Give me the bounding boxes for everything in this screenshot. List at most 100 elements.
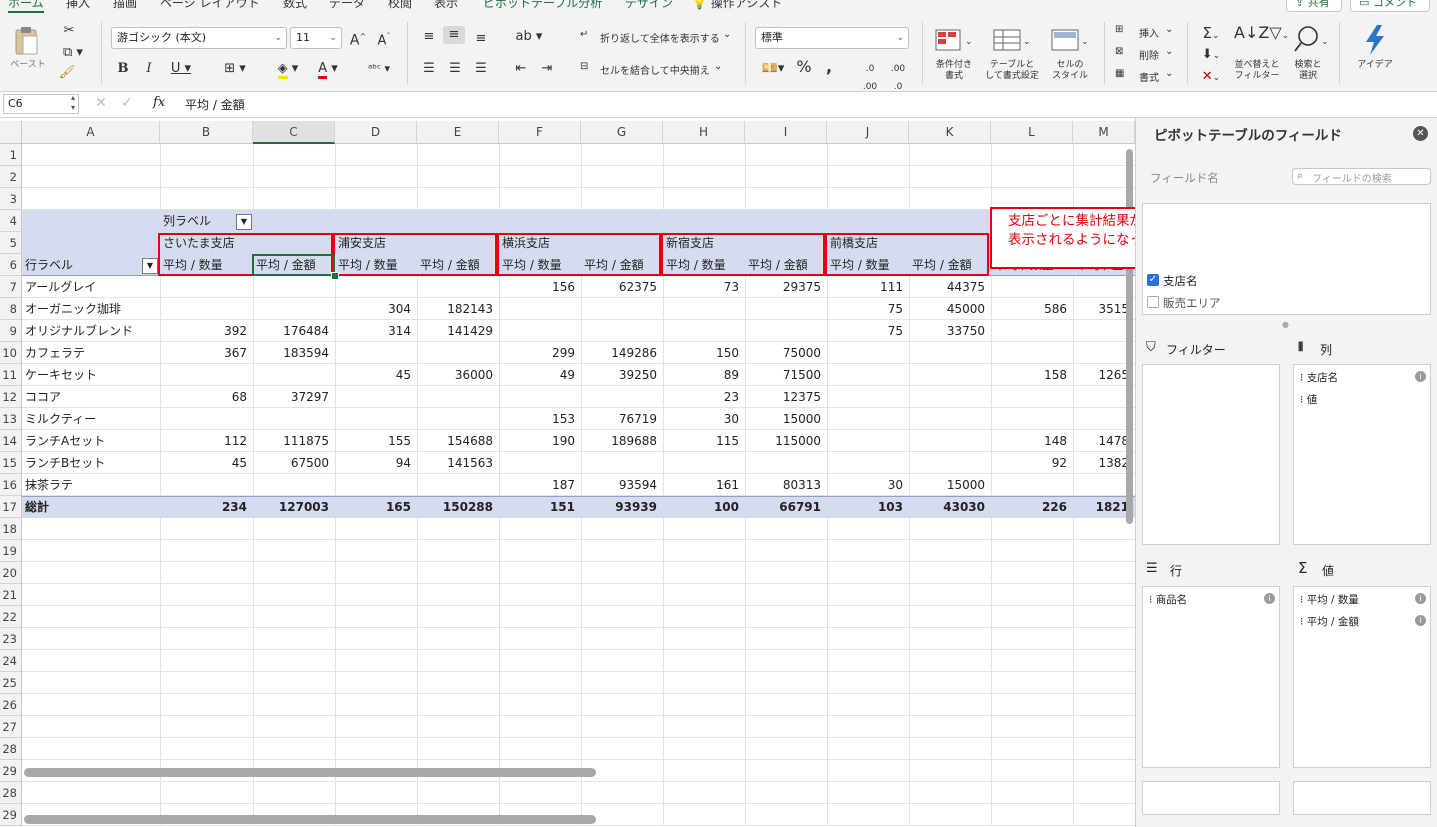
value-cell[interactable]: 189688 bbox=[581, 430, 663, 452]
value-cell[interactable] bbox=[909, 430, 991, 452]
horizontal-scrollbar-2[interactable] bbox=[24, 815, 596, 824]
value-cell[interactable]: 45000 bbox=[909, 298, 991, 320]
grand-total-cell[interactable]: 43030 bbox=[909, 496, 991, 518]
value-cell[interactable]: 367 bbox=[160, 342, 253, 364]
value-cell[interactable]: 176484 bbox=[253, 320, 335, 342]
value-cell[interactable]: 75 bbox=[827, 298, 909, 320]
column-header-E[interactable]: E bbox=[417, 121, 499, 144]
value-cell[interactable] bbox=[160, 408, 253, 430]
grand-total-cell[interactable]: 226 bbox=[991, 496, 1073, 518]
decrease-indent-icon[interactable]: ⇤ bbox=[512, 60, 530, 78]
value-cell[interactable]: 15000 bbox=[909, 474, 991, 496]
row-header-25[interactable]: 25 bbox=[0, 672, 22, 694]
value-cell[interactable] bbox=[499, 298, 581, 320]
row-header-24[interactable]: 24 bbox=[0, 650, 22, 672]
column-header-G[interactable]: G bbox=[581, 121, 663, 144]
formula-input[interactable]: 平均 / 金額 bbox=[185, 96, 245, 113]
row-header-4[interactable]: 4 bbox=[0, 210, 22, 232]
row-header-7[interactable]: 7 bbox=[0, 276, 22, 298]
value-cell[interactable]: 49 bbox=[499, 364, 581, 386]
value-cell[interactable]: 158 bbox=[991, 364, 1073, 386]
value-cell[interactable]: 314 bbox=[335, 320, 417, 342]
rows-drop-zone[interactable]: ⁝ 商品名 i bbox=[1142, 586, 1280, 768]
value-cell[interactable] bbox=[909, 342, 991, 364]
increase-indent-icon[interactable]: ⇥ bbox=[538, 60, 556, 78]
tab-tell-me[interactable]: 💡 操作アシスト bbox=[692, 0, 782, 11]
percent-icon[interactable]: % bbox=[795, 58, 813, 76]
value-cell[interactable] bbox=[991, 386, 1073, 408]
value-cell[interactable]: 45 bbox=[160, 452, 253, 474]
fx-icon[interactable]: fx bbox=[153, 95, 165, 110]
filter-dropdown-icon[interactable]: ▼ bbox=[236, 214, 252, 230]
row-header-1[interactable]: 1 bbox=[0, 144, 22, 166]
value-cell[interactable]: 75 bbox=[827, 320, 909, 342]
value-cell[interactable]: 37297 bbox=[253, 386, 335, 408]
value-cell[interactable]: 182143 bbox=[417, 298, 499, 320]
column-header-A[interactable]: A bbox=[22, 121, 160, 144]
row-header-23[interactable]: 23 bbox=[0, 628, 22, 650]
row-header-2[interactable]: 2 bbox=[0, 166, 22, 188]
splitter-handle-icon[interactable]: ● bbox=[1282, 320, 1289, 329]
ideas-button[interactable]: アイデア bbox=[1350, 22, 1400, 72]
phonetic-icon[interactable]: ᵃᵇᶜ ▾ bbox=[362, 60, 396, 78]
increase-decimal-icon[interactable]: .0.00 bbox=[859, 60, 881, 96]
grand-total-cell[interactable]: 93939 bbox=[581, 496, 663, 518]
value-cell[interactable]: 115 bbox=[663, 430, 745, 452]
row-header-28[interactable]: 28 bbox=[0, 782, 22, 804]
value-cell[interactable] bbox=[663, 298, 745, 320]
value-cell[interactable] bbox=[499, 452, 581, 474]
grand-total-cell[interactable]: 165 bbox=[335, 496, 417, 518]
value-cell[interactable] bbox=[335, 408, 417, 430]
row-header-21[interactable]: 21 bbox=[0, 584, 22, 606]
value-cell[interactable]: 80313 bbox=[745, 474, 827, 496]
sort-filter-button[interactable]: A↓Z▽⌄ 並べ替えと フィルター bbox=[1230, 24, 1289, 86]
value-cell[interactable] bbox=[417, 474, 499, 496]
checkbox-icon[interactable] bbox=[1147, 296, 1159, 308]
column-header-D[interactable]: D bbox=[335, 121, 417, 144]
insert-cells-button[interactable]: ⊞ 挿入 ⌄ bbox=[1115, 24, 1185, 40]
align-left-icon[interactable]: ☰ bbox=[420, 60, 438, 78]
value-cell[interactable] bbox=[827, 364, 909, 386]
value-cell[interactable]: 89 bbox=[663, 364, 745, 386]
column-header-L[interactable]: L bbox=[991, 121, 1073, 144]
grand-total-cell[interactable]: 66791 bbox=[745, 496, 827, 518]
number-format-select[interactable]: 標準 ⌄ bbox=[755, 27, 909, 49]
row-header-22[interactable]: 22 bbox=[0, 606, 22, 628]
row-header-11[interactable]: 11 bbox=[0, 364, 22, 386]
cut-icon[interactable]: ✂ bbox=[60, 22, 78, 40]
value-cell[interactable]: 75000 bbox=[745, 342, 827, 364]
value-cell[interactable]: 92 bbox=[991, 452, 1073, 474]
value-cell[interactable] bbox=[417, 276, 499, 298]
vertical-scrollbar[interactable] bbox=[1126, 149, 1133, 524]
grand-total-cell[interactable]: 151 bbox=[499, 496, 581, 518]
info-icon[interactable]: i bbox=[1415, 593, 1426, 604]
column-header-B[interactable]: B bbox=[160, 121, 253, 144]
currency-icon[interactable]: 💴▾ bbox=[757, 60, 789, 78]
value-cell[interactable] bbox=[253, 408, 335, 430]
value-cell[interactable]: 36000 bbox=[417, 364, 499, 386]
fill-color-icon[interactable]: ◈ ▾ bbox=[270, 60, 306, 79]
grand-total-cell[interactable]: 103 bbox=[827, 496, 909, 518]
value-cell[interactable] bbox=[253, 298, 335, 320]
copy-icon[interactable]: ⧉ ▾ bbox=[58, 44, 88, 62]
tab-pivot-analyze[interactable]: ピボットテーブル分析 bbox=[483, 0, 602, 11]
value-cell[interactable] bbox=[160, 474, 253, 496]
value-cell[interactable] bbox=[827, 452, 909, 474]
paste-button[interactable] bbox=[8, 24, 44, 58]
value-cell[interactable] bbox=[253, 474, 335, 496]
value-cell[interactable] bbox=[991, 276, 1073, 298]
row-label[interactable]: オリジナルブレンド bbox=[22, 320, 160, 342]
grand-total-cell[interactable]: 150288 bbox=[417, 496, 499, 518]
filter-drop-zone[interactable] bbox=[1142, 364, 1280, 545]
row-header-29[interactable]: 29 bbox=[0, 804, 22, 826]
align-center-icon[interactable]: ☰ bbox=[446, 60, 464, 78]
columns-drop-zone[interactable]: ⁝ 支店名 i ⁝ 値 bbox=[1293, 364, 1431, 545]
cell-styles-button[interactable]: ⌄ セルの スタイル bbox=[1046, 24, 1094, 86]
row-header-17[interactable]: 17 bbox=[0, 496, 22, 518]
fill-handle[interactable] bbox=[331, 272, 339, 280]
value-cell[interactable] bbox=[581, 386, 663, 408]
bold-icon[interactable]: B bbox=[115, 60, 131, 78]
value-cell[interactable]: 29375 bbox=[745, 276, 827, 298]
tab-insert[interactable]: 挿入 bbox=[66, 0, 90, 11]
row-header-5[interactable]: 5 bbox=[0, 232, 22, 254]
